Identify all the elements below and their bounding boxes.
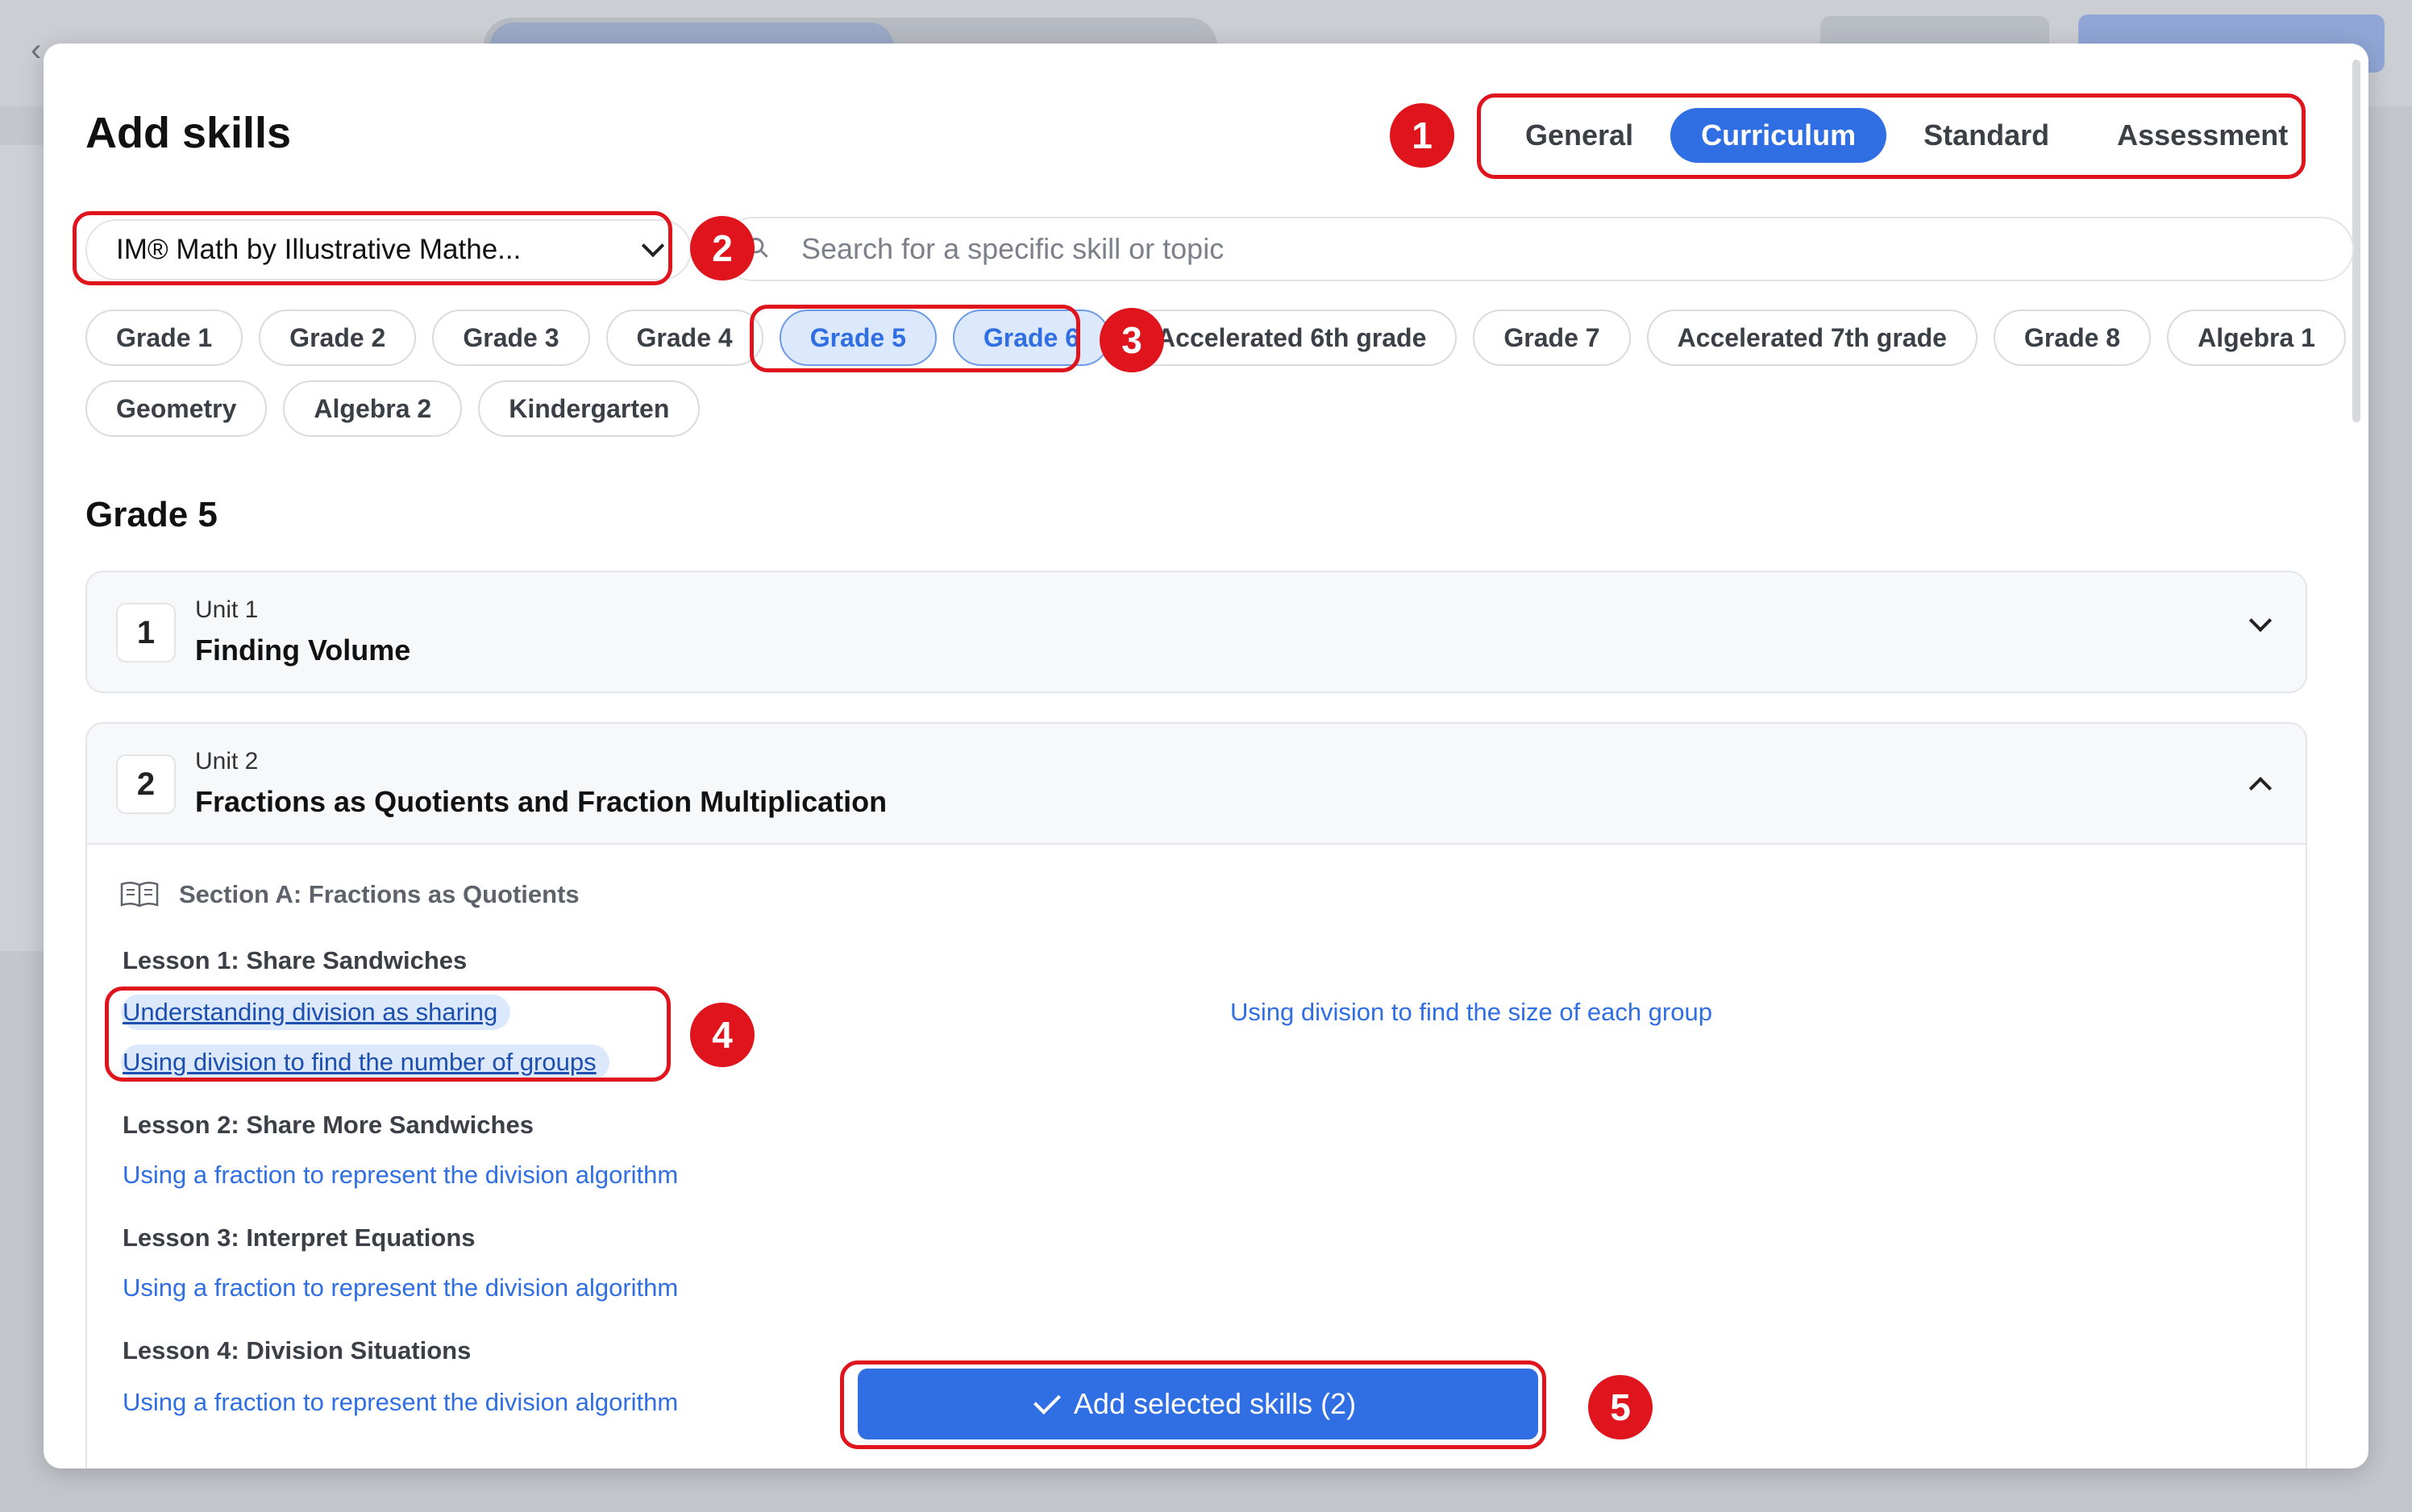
skill-link[interactable]: Using a fraction to represent the divisi… <box>123 1161 678 1190</box>
grade-chip[interactable]: Grade 1 <box>85 309 243 366</box>
background-content <box>0 145 48 951</box>
grade-heading: Grade 5 <box>85 495 218 534</box>
annotation-badge: 5 <box>1588 1375 1653 1439</box>
grade-chip[interactable]: Algebra 2 <box>283 380 463 437</box>
lesson-title: Lesson 1: Share Sandwiches <box>123 946 468 974</box>
grade-chip[interactable]: Geometry <box>85 380 268 437</box>
unit-title: Fractions as Quotients and Fraction Mult… <box>195 785 888 818</box>
back-arrow-icon: ‹ <box>31 32 42 68</box>
chevron-up-icon[interactable] <box>2248 776 2273 800</box>
unit-card: 2 Unit 2 Fractions as Quotients and Frac… <box>85 722 2307 1468</box>
grade-chip[interactable]: Algebra 1 <box>2167 309 2346 366</box>
lesson-title: Lesson 3: Interpret Equations <box>123 1223 476 1252</box>
grade-chip[interactable]: Kindergarten <box>478 380 701 437</box>
annotation-badge: 2 <box>690 216 755 280</box>
annotation-box-skills <box>105 987 671 1082</box>
grade-chip[interactable]: Accelerated 6th grade <box>1126 309 1458 366</box>
modal-title: Add skills <box>85 109 292 157</box>
annotation-box-grades <box>750 305 1080 372</box>
chevron-down-icon[interactable] <box>2248 609 2273 633</box>
grade-chip[interactable]: Grade 8 <box>1993 309 2152 366</box>
annotation-box-tabs <box>1477 93 2306 179</box>
lesson-title: Lesson 2: Share More Sandwiches <box>123 1111 534 1139</box>
unit-header[interactable]: 2 Unit 2 Fractions as Quotients and Frac… <box>87 724 2306 843</box>
unit-number: 1 <box>116 603 176 663</box>
grade-chip[interactable]: Accelerated 7th grade <box>1646 309 1977 366</box>
grade-chip[interactable]: Grade 3 <box>432 309 590 366</box>
unit-number: 2 <box>116 754 176 814</box>
skill-link[interactable]: Using a fraction to represent the divisi… <box>123 1273 678 1302</box>
grade-chip[interactable]: Grade 4 <box>605 309 763 366</box>
unit-subtitle: Unit 2 <box>195 748 259 775</box>
unit-card: 1 Unit 1 Finding Volume <box>85 571 2307 693</box>
annotation-badge: 4 <box>690 1003 755 1067</box>
annotation-box-curriculum <box>73 211 672 285</box>
search-input[interactable] <box>800 231 2352 267</box>
annotation-badge: 1 <box>1390 103 1454 168</box>
grade-chip[interactable]: Grade 7 <box>1473 309 1631 366</box>
skill-link[interactable]: Using a fraction to represent the divisi… <box>123 1388 678 1417</box>
grade-filter-chips: Grade 1 Grade 2 Grade 3 Grade 4 Grade 5 … <box>85 309 2359 437</box>
unit-subtitle: Unit 1 <box>195 596 259 623</box>
annotation-badge: 3 <box>1100 308 1164 372</box>
skill-link[interactable]: Using division to find the size of each … <box>1230 998 1712 1027</box>
section-title: Section A: Fractions as Quotients <box>179 880 580 908</box>
book-icon <box>120 882 159 908</box>
unit-header[interactable]: 1 Unit 1 Finding Volume <box>87 572 2306 692</box>
lesson-title: Lesson 4: Division Situations <box>123 1336 472 1365</box>
skill-search-field[interactable] <box>721 217 2354 281</box>
unit-title: Finding Volume <box>195 633 411 667</box>
grade-chip[interactable]: Grade 2 <box>259 309 417 366</box>
annotation-box-add-button <box>840 1360 1546 1449</box>
section-header: Section A: Fractions as Quotients <box>119 880 580 909</box>
